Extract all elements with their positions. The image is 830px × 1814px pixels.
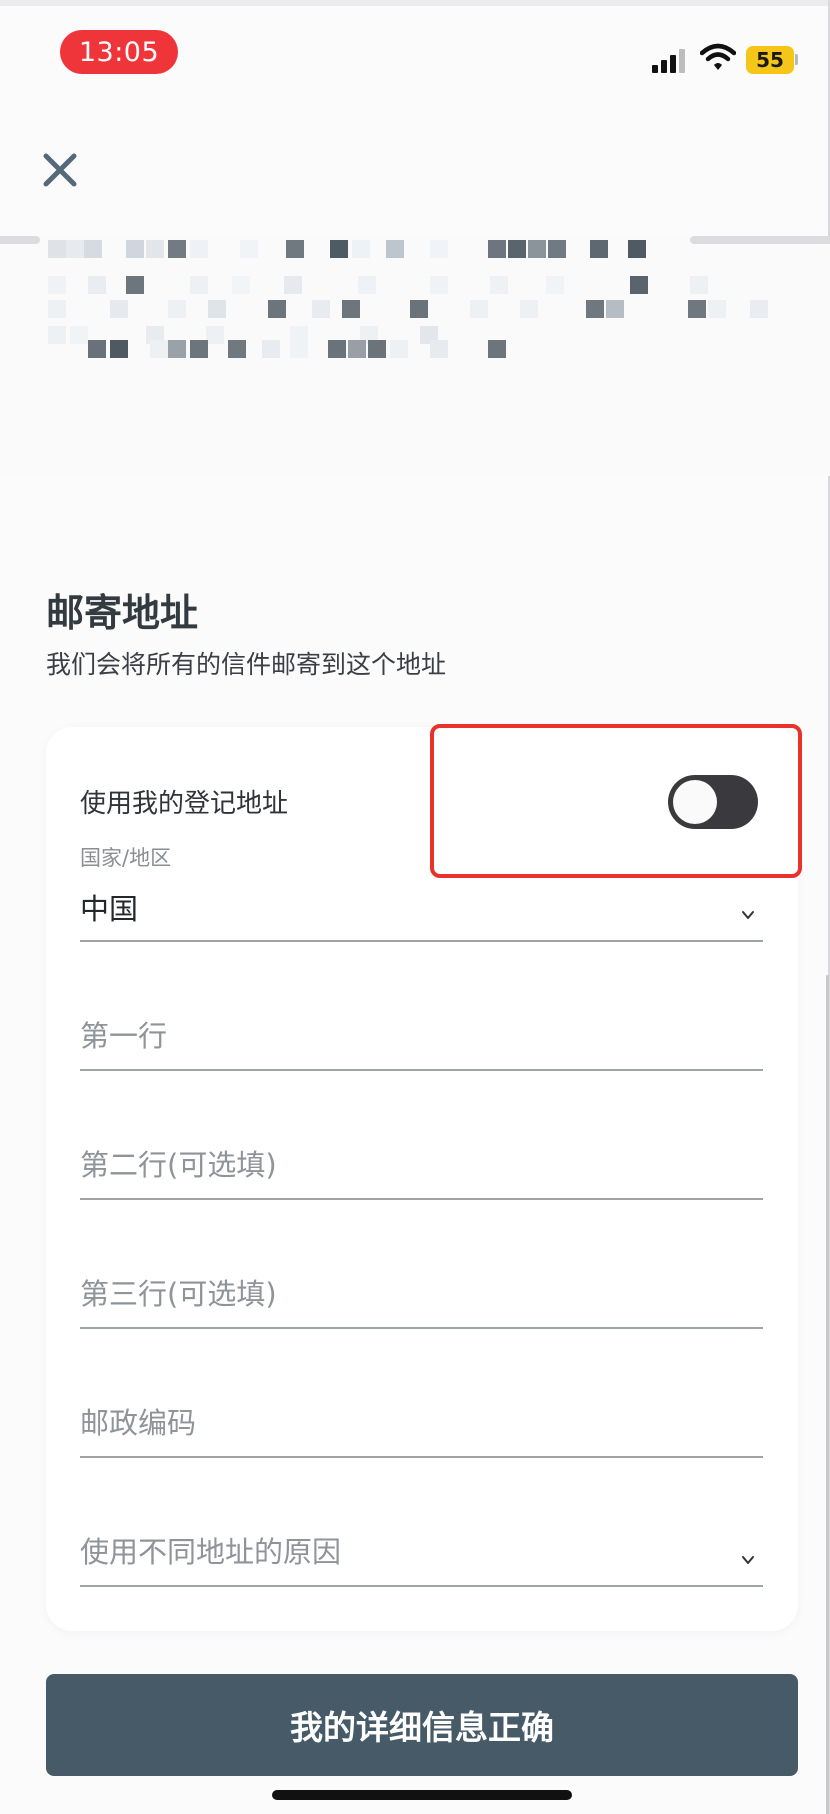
banner-edge-left: [0, 236, 40, 244]
redacted-pixel: [546, 276, 564, 294]
reason-placeholder: 使用不同地址的原因: [80, 1535, 342, 1569]
redacted-pixel: [168, 340, 186, 358]
redacted-pixel: [284, 276, 302, 294]
address-line2-input[interactable]: 第二行(可选填): [80, 1144, 763, 1200]
address-line3-input[interactable]: 第三行(可选填): [80, 1273, 763, 1329]
chevron-down-icon: [742, 911, 754, 919]
highlight-box: [430, 724, 802, 878]
redacted-pixel: [88, 276, 106, 294]
redacted-pixel: [208, 300, 226, 318]
redacted-pixel: [190, 340, 208, 358]
redacted-pixel: [268, 300, 286, 318]
redacted-pixel: [358, 276, 376, 294]
reason-select[interactable]: 使用不同地址的原因: [80, 1531, 763, 1587]
battery-tip: [795, 54, 798, 65]
redacted-pixel: [688, 300, 706, 318]
signal-icon: [652, 45, 690, 73]
redacted-pixel: [430, 240, 448, 258]
redacted-pixel: [312, 300, 330, 318]
chevron-down-icon: [742, 1556, 754, 1564]
address-line3-placeholder: 第三行(可选填): [80, 1277, 277, 1311]
redacted-pixel: [228, 340, 246, 358]
redacted-pixel: [262, 340, 280, 358]
redacted-pixel: [110, 340, 128, 358]
redacted-pixel: [490, 276, 508, 294]
redacted-pixel: [48, 326, 66, 344]
redacted-pixel: [430, 340, 448, 358]
country-value: 中国: [80, 892, 139, 926]
redacted-pixel: [48, 300, 66, 318]
redacted-pixel: [410, 300, 428, 318]
country-select[interactable]: 中国: [80, 886, 763, 942]
redacted-pixel: [630, 276, 648, 294]
redacted-pixel: [190, 240, 208, 258]
section-title: 邮寄地址: [46, 591, 199, 635]
redacted-pixel: [168, 240, 186, 258]
redacted-pixel: [430, 276, 448, 294]
redacted-pixel: [690, 276, 708, 294]
redacted-pixel: [146, 240, 164, 258]
redacted-pixel: [150, 340, 168, 358]
redacted-pixel: [628, 240, 646, 258]
redacted-pixel: [110, 300, 128, 318]
redacted-pixel: [548, 240, 566, 258]
section-subtitle: 我们会将所有的信件邮寄到这个地址: [46, 650, 447, 679]
redacted-pixel: [48, 240, 66, 258]
redacted-pixel: [286, 240, 304, 258]
redacted-pixel: [488, 240, 506, 258]
redacted-pixel: [330, 240, 348, 258]
redacted-pixel: [240, 240, 258, 258]
redacted-pixel: [386, 240, 404, 258]
status-time: 13:05: [60, 30, 178, 74]
redacted-pixel: [606, 300, 624, 318]
redacted-pixel: [390, 340, 408, 358]
redacted-pixel: [232, 276, 250, 294]
postcode-input[interactable]: 邮政编码: [80, 1402, 763, 1458]
redacted-pixel: [508, 240, 526, 258]
close-icon[interactable]: [40, 150, 80, 190]
redacted-pixel: [470, 300, 488, 318]
redacted-pixel: [126, 240, 144, 258]
address-line1-placeholder: 第一行: [80, 1019, 168, 1053]
address-line1-input[interactable]: 第一行: [80, 1015, 763, 1071]
scrollbar[interactable]: [826, 975, 829, 1814]
top-edge: [0, 0, 830, 6]
redacted-pixel: [84, 240, 102, 258]
app-screen: 13:05 55 邮寄地址 我们会将所有的信件邮寄到这个地址 使用我的登记地址 …: [0, 0, 830, 1814]
use-registered-address-label: 使用我的登记地址: [80, 789, 289, 819]
redacted-pixel: [328, 340, 346, 358]
redacted-pixel: [342, 300, 360, 318]
banner-edge-right: [690, 236, 830, 244]
redacted-pixel: [348, 340, 366, 358]
redacted-pixel: [488, 340, 506, 358]
address-line2-placeholder: 第二行(可选填): [80, 1148, 277, 1182]
redacted-pixel: [750, 300, 768, 318]
redacted-pixel: [190, 276, 208, 294]
battery-indicator: 55: [746, 46, 794, 74]
redacted-pixel: [48, 276, 66, 294]
confirm-details-button[interactable]: 我的详细信息正确: [46, 1674, 798, 1776]
postcode-placeholder: 邮政编码: [80, 1406, 197, 1440]
redacted-pixel: [590, 240, 608, 258]
redacted-pixel: [88, 340, 106, 358]
home-indicator: [272, 1790, 572, 1800]
redacted-pixel: [586, 300, 604, 318]
redacted-pixel: [290, 340, 308, 358]
redacted-pixel: [520, 300, 538, 318]
country-label: 国家/地区: [80, 846, 172, 870]
wifi-icon: [700, 43, 736, 70]
redacted-pixel: [352, 240, 370, 258]
redacted-pixel: [70, 326, 88, 344]
redacted-pixel: [168, 300, 186, 318]
redacted-pixel: [368, 340, 386, 358]
redacted-pixel: [66, 240, 84, 258]
redacted-pixel: [126, 276, 144, 294]
redacted-pixel: [528, 240, 546, 258]
redacted-pixel: [708, 300, 726, 318]
redacted-pixel: [206, 326, 224, 344]
